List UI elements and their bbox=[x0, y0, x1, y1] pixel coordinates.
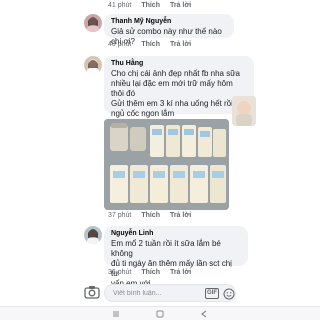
like-link[interactable]: Thích bbox=[141, 2, 160, 9]
comment-time: 41 phút bbox=[108, 2, 132, 9]
comment-time: 37 phút bbox=[108, 212, 132, 219]
back-icon[interactable] bbox=[200, 310, 208, 320]
baby-photo-icon bbox=[232, 96, 256, 126]
comment-input-container[interactable]: GIF bbox=[104, 284, 236, 302]
comment-meta-3: 36 phút Thích Trả lời bbox=[108, 269, 199, 276]
comment-author[interactable]: Thu Hằng bbox=[111, 60, 247, 67]
emoji-icon[interactable] bbox=[223, 287, 235, 300]
comment-author[interactable]: Thanh Mỹ Nguyễn bbox=[111, 18, 227, 25]
system-nav-bar bbox=[0, 306, 320, 320]
camera-icon[interactable] bbox=[84, 285, 102, 301]
comment-photo[interactable] bbox=[104, 119, 229, 210]
comment-text: Cho chị cái ảnh đẹp nhất fb nha sữa nhiề… bbox=[111, 69, 245, 118]
like-link[interactable]: Thích bbox=[141, 212, 160, 219]
comment-bubble: Thanh Mỹ Nguyễn Giả sử combo này như thế… bbox=[104, 14, 234, 46]
comment-composer: GIF bbox=[0, 280, 320, 306]
reply-link[interactable]: Trả lời bbox=[170, 2, 191, 9]
comment-meta-0: 41 phút Thích Trả lời bbox=[108, 2, 199, 9]
reply-link[interactable]: Trả lời bbox=[170, 41, 191, 48]
avatar[interactable] bbox=[84, 14, 102, 32]
avatar-female-icon bbox=[84, 14, 102, 32]
comment-author[interactable]: Nguyễn Linh bbox=[111, 230, 241, 237]
home-icon[interactable] bbox=[156, 310, 164, 320]
comment-input[interactable] bbox=[113, 288, 203, 299]
comment-time: 36 phút bbox=[108, 269, 132, 276]
comment-time: 40 phút bbox=[108, 41, 132, 48]
like-link[interactable]: Thích bbox=[141, 269, 160, 276]
comment-bubble: Nguyễn Linh Em mổ 2 tuần rồi ít sữa lắm … bbox=[104, 226, 248, 288]
avatar[interactable] bbox=[84, 226, 102, 244]
comment-meta-2: 37 phút Thích Trả lời bbox=[108, 212, 199, 219]
avatar-female-icon bbox=[84, 56, 102, 74]
reply-link[interactable]: Trả lời bbox=[170, 269, 191, 276]
avatar[interactable] bbox=[84, 56, 102, 74]
comment-meta-1: 40 phút Thích Trả lời bbox=[108, 41, 199, 48]
baby-photo-thumbnail[interactable] bbox=[232, 96, 256, 126]
milk-bags-photo bbox=[104, 119, 229, 210]
gif-icon[interactable]: GIF bbox=[205, 288, 219, 299]
avatar-female-icon bbox=[84, 226, 102, 244]
like-link[interactable]: Thích bbox=[141, 41, 160, 48]
menu-icon[interactable] bbox=[112, 310, 120, 320]
reply-link[interactable]: Trả lời bbox=[170, 212, 191, 219]
